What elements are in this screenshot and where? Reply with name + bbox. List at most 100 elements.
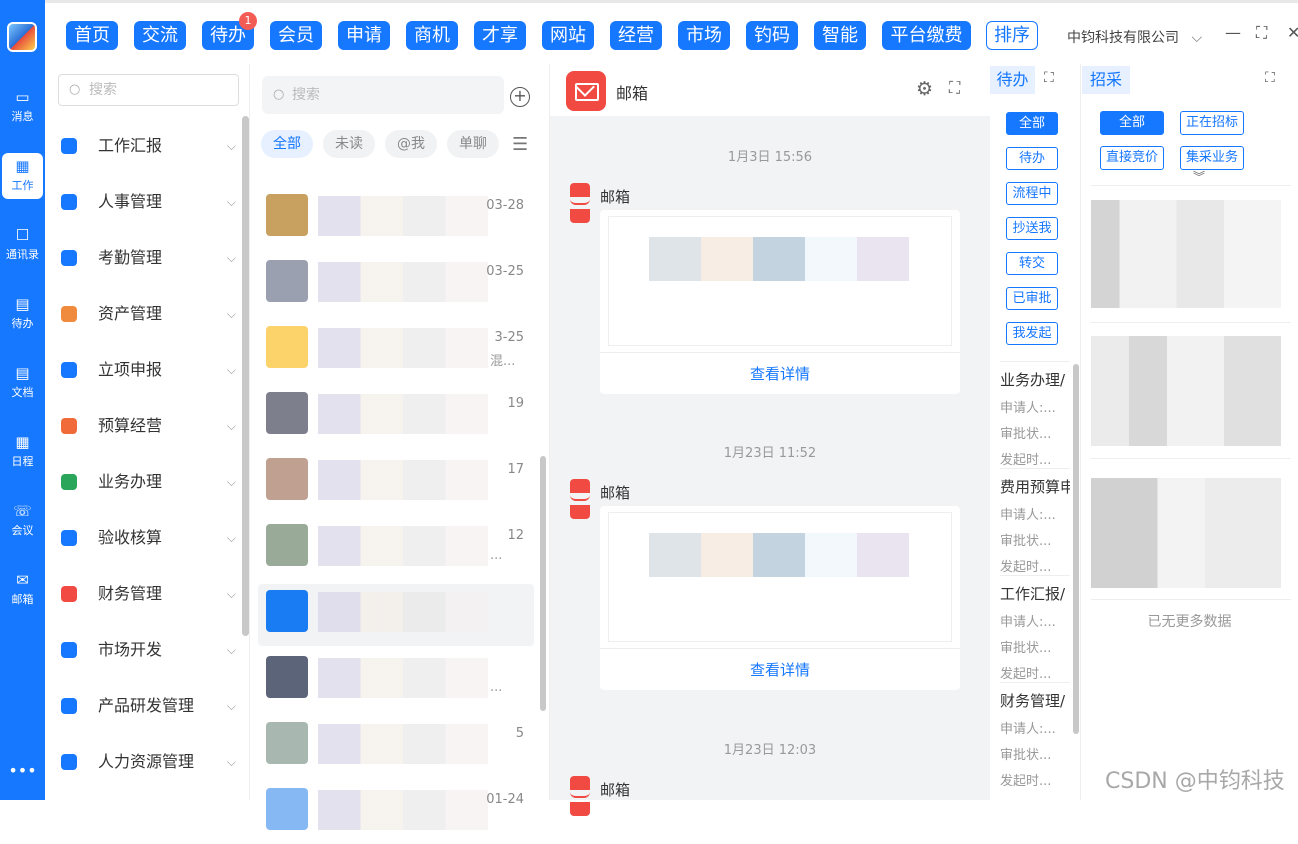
- view-details-link[interactable]: 查看详情: [600, 648, 960, 690]
- procurement-filter-chip[interactable]: 集采业务: [1180, 146, 1244, 170]
- menu-item[interactable]: 产品研发管理 ⌵: [61, 690, 236, 722]
- chevron-down-icon[interactable]: ⌵: [227, 298, 236, 330]
- chat-search-input[interactable]: ○ 搜索: [262, 76, 504, 114]
- nav-button-5[interactable]: 商机: [406, 21, 458, 50]
- expand-icon[interactable]: ⛶: [1265, 70, 1275, 86]
- rail-item-6[interactable]: ☏ 会议: [0, 498, 45, 544]
- mail-card[interactable]: 查看详情: [600, 210, 960, 394]
- nav-button-0[interactable]: 首页: [66, 21, 118, 50]
- nav-button-12[interactable]: 平台缴费: [882, 21, 971, 50]
- chevron-down-icon[interactable]: ⌵: [227, 410, 236, 442]
- todo-filter-chip[interactable]: 抄送我: [1006, 217, 1058, 240]
- mail-card[interactable]: 查看详情: [600, 506, 960, 690]
- sort-button[interactable]: 排序: [986, 21, 1038, 50]
- nav-button-6[interactable]: 才享: [474, 21, 526, 50]
- chevron-down-icon[interactable]: ⌵: [227, 746, 236, 778]
- menu-item[interactable]: 业务办理 ⌵: [61, 466, 236, 498]
- chevron-down-icon[interactable]: ⌵: [227, 186, 236, 218]
- chat-list-item[interactable]: 12...: [258, 518, 534, 580]
- menu-item[interactable]: 预算经营 ⌵: [61, 410, 236, 442]
- more-icon[interactable]: •••: [0, 761, 45, 780]
- rail-item-3[interactable]: ▤ 待办: [0, 291, 45, 337]
- chat-list-item[interactable]: ...: [258, 650, 534, 712]
- company-selector[interactable]: 中钧科技有限公司 ⌵: [1067, 27, 1202, 47]
- rail-item-0[interactable]: ▭ 消息: [0, 84, 45, 130]
- chevron-down-icon[interactable]: ⌵: [227, 690, 236, 722]
- menu-item[interactable]: 资产管理 ⌵: [61, 298, 236, 330]
- app-logo[interactable]: [7, 22, 37, 52]
- chevron-down-icon[interactable]: ⌵: [227, 634, 236, 666]
- view-details-link[interactable]: 查看详情: [600, 352, 960, 394]
- todo-card[interactable]: 工作汇报/申请人:... 审批状... 发起时...: [1000, 575, 1070, 682]
- procurement-filter-chip[interactable]: 全部: [1100, 111, 1164, 135]
- chat-list-item[interactable]: 19: [258, 386, 534, 448]
- expand-icon[interactable]: ⛶: [949, 78, 960, 98]
- chat-list-item[interactable]: [258, 584, 534, 646]
- rail-item-4[interactable]: ▤ 文档: [0, 360, 45, 406]
- maximize-icon[interactable]: ⛶: [1256, 23, 1267, 43]
- chevron-down-icon[interactable]: ⌵: [227, 242, 236, 274]
- chat-filter-tab[interactable]: @我: [385, 130, 437, 158]
- chat-scrollbar[interactable]: [540, 456, 546, 711]
- menu-search-input[interactable]: ○ 搜索: [58, 74, 239, 106]
- chevron-down-icon[interactable]: ⌵: [227, 522, 236, 554]
- chevron-down-icon[interactable]: ⌵: [227, 466, 236, 498]
- chat-filter-tab[interactable]: 单聊: [447, 130, 499, 158]
- nav-button-7[interactable]: 网站: [542, 21, 594, 50]
- menu-item-icon: [61, 754, 77, 770]
- menu-item[interactable]: 人力资源管理 ⌵: [61, 746, 236, 778]
- minimize-icon[interactable]: —: [1225, 23, 1241, 42]
- todo-filter-chip[interactable]: 转交: [1006, 252, 1058, 275]
- menu-item[interactable]: 验收核算 ⌵: [61, 522, 236, 554]
- procurement-filter-chip[interactable]: 直接竞价: [1100, 146, 1164, 170]
- nav-button-2[interactable]: 待办 1: [202, 12, 257, 50]
- todo-card[interactable]: 业务办理/申请人:... 审批状... 发起时...: [1000, 361, 1070, 468]
- gear-icon[interactable]: ⚙: [916, 78, 933, 100]
- close-icon[interactable]: ✕: [1287, 23, 1298, 42]
- rail-item-7[interactable]: ✉ 邮箱: [0, 567, 45, 613]
- menu-item[interactable]: 工作汇报 ⌵: [61, 130, 236, 162]
- chat-list-item[interactable]: 03-28: [258, 188, 534, 250]
- chevron-down-icon[interactable]: ⌵: [227, 578, 236, 610]
- chevron-down-icon[interactable]: ⌵: [227, 130, 236, 162]
- rail-item-2[interactable]: ☐ 通讯录: [0, 222, 45, 268]
- chat-filter-tab[interactable]: 全部: [261, 130, 313, 158]
- nav-button-10[interactable]: 钓码: [746, 21, 798, 50]
- chevron-down-icon[interactable]: ⌵: [227, 354, 236, 386]
- todo-filter-chip[interactable]: 流程中: [1006, 182, 1058, 205]
- expand-icon[interactable]: ⛶: [1044, 70, 1054, 86]
- nav-button-8[interactable]: 经营: [610, 21, 662, 50]
- menu-item[interactable]: 财务管理 ⌵: [61, 578, 236, 610]
- menu-scrollbar[interactable]: [242, 116, 249, 636]
- todo-filter-chip[interactable]: 全部: [1006, 112, 1058, 135]
- todo-card[interactable]: 财务管理/申请人:... 审批状... 发起时...: [1000, 682, 1070, 789]
- chevron-down-icon[interactable]: ︾: [1193, 168, 1205, 185]
- rail-item-5[interactable]: ▦ 日程: [0, 429, 45, 475]
- chat-list-item[interactable]: 3-25 混...: [258, 320, 534, 382]
- add-icon[interactable]: +: [510, 87, 530, 107]
- todo-scrollbar[interactable]: [1073, 364, 1079, 734]
- nav-button-1[interactable]: 交流: [134, 21, 186, 50]
- tab-procurement[interactable]: 招采: [1082, 66, 1130, 94]
- nav-button-3[interactable]: 会员: [270, 21, 322, 50]
- menu-item[interactable]: 考勤管理 ⌵: [61, 242, 236, 274]
- rail-item-1[interactable]: ▦ 工作: [2, 153, 43, 199]
- tab-todo[interactable]: 待办: [990, 66, 1035, 94]
- chat-list-item[interactable]: 17: [258, 452, 534, 514]
- list-menu-icon[interactable]: ☰: [512, 134, 528, 155]
- menu-item[interactable]: 立项申报 ⌵: [61, 354, 236, 386]
- todo-filter-chip[interactable]: 已审批: [1006, 287, 1058, 310]
- chat-list-item[interactable]: 5: [258, 716, 534, 778]
- procurement-filter-chip[interactable]: 正在招标: [1180, 111, 1244, 135]
- chat-list-item[interactable]: 01-24: [258, 782, 534, 844]
- menu-item[interactable]: 市场开发 ⌵: [61, 634, 236, 666]
- chat-filter-tab[interactable]: 未读: [323, 130, 375, 158]
- nav-button-9[interactable]: 市场: [678, 21, 730, 50]
- menu-item[interactable]: 人事管理 ⌵: [61, 186, 236, 218]
- nav-button-11[interactable]: 智能: [814, 21, 866, 50]
- todo-filter-chip[interactable]: 待办: [1006, 147, 1058, 170]
- chat-list-item[interactable]: 03-25: [258, 254, 534, 316]
- todo-filter-chip[interactable]: 我发起: [1006, 322, 1058, 345]
- todo-card[interactable]: 费用预算申 申请人:... 审批状... 发起时...: [1000, 468, 1070, 575]
- nav-button-4[interactable]: 申请: [338, 21, 390, 50]
